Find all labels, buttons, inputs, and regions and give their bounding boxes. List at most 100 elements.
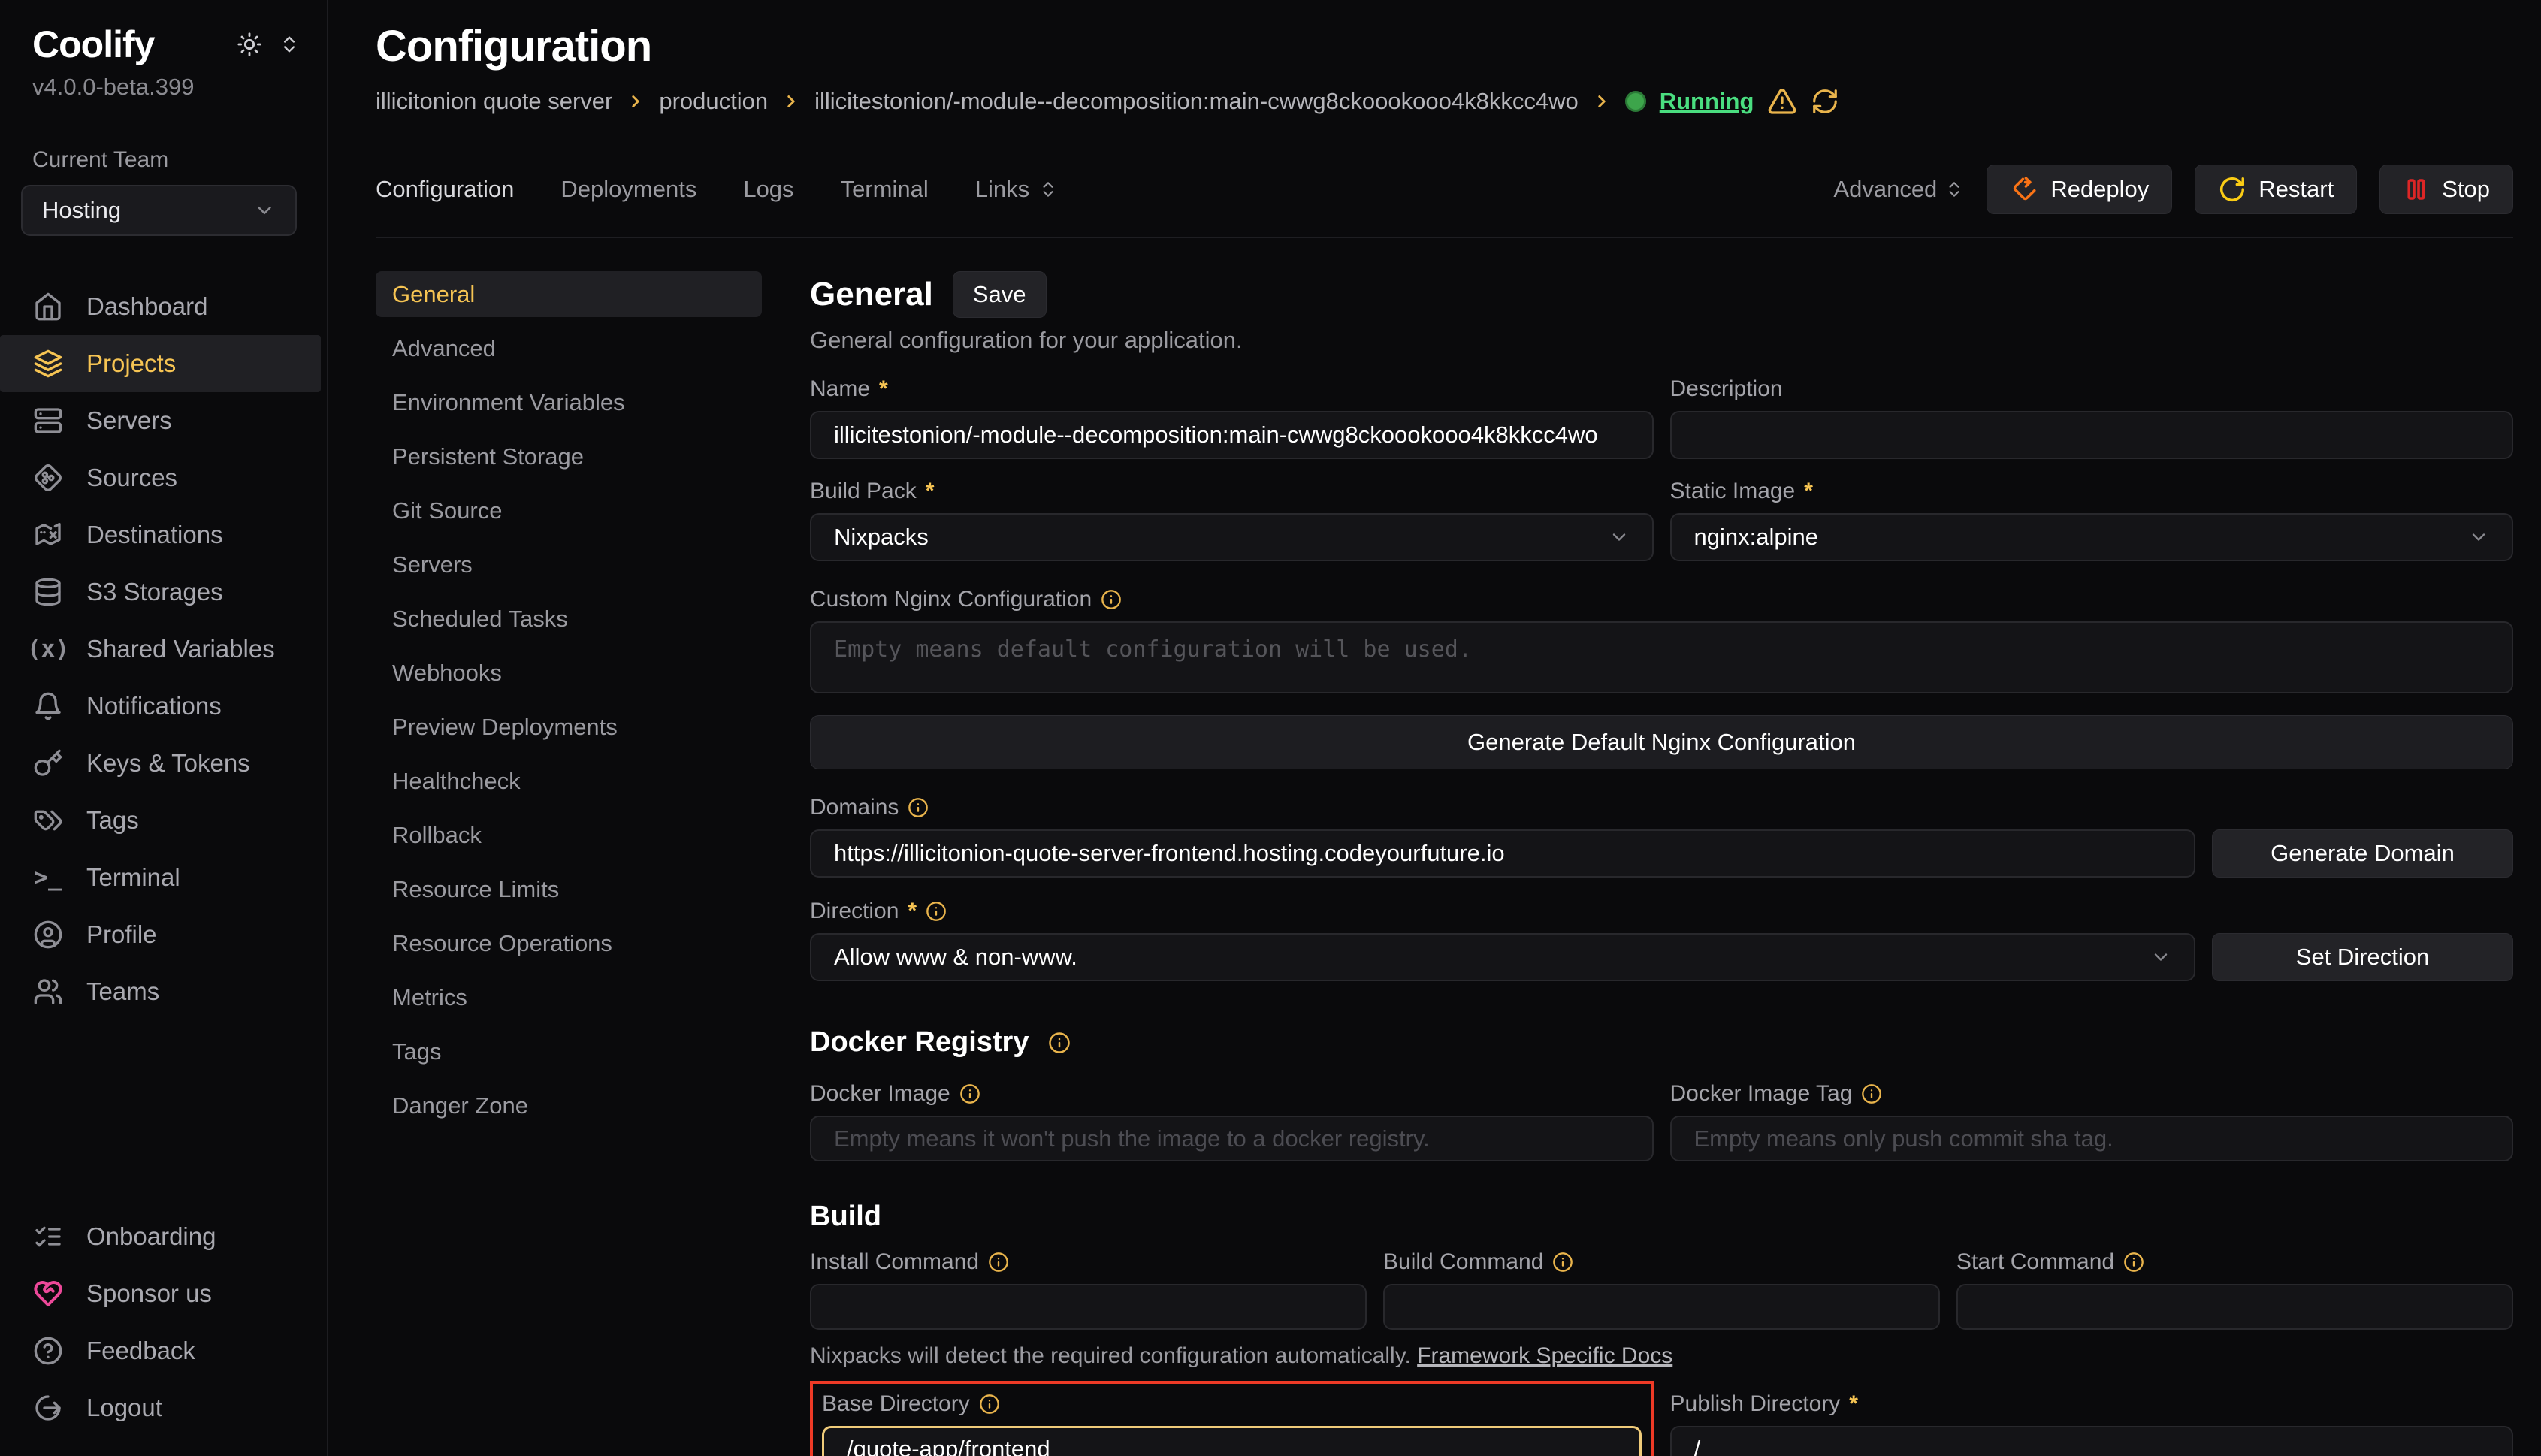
subnav-item-resource-operations[interactable]: Resource Operations (376, 920, 762, 966)
checklist-icon (32, 1221, 64, 1252)
framework-docs-link[interactable]: Framework Specific Docs (1417, 1343, 1672, 1368)
map-icon (32, 519, 64, 551)
subnav-item-git-source[interactable]: Git Source (376, 488, 762, 533)
generate-domain-button[interactable]: Generate Domain (2212, 829, 2513, 878)
custom-nginx-textarea[interactable] (810, 621, 2513, 693)
team-select[interactable]: Hosting (21, 185, 297, 236)
app-logo: Coolify (32, 23, 154, 66)
refresh-icon[interactable] (1811, 87, 1839, 116)
breadcrumb-environment[interactable]: production (659, 88, 768, 115)
subnav-item-danger-zone[interactable]: Danger Zone (376, 1083, 762, 1128)
sidebar-item-notifications[interactable]: Notifications (0, 678, 327, 735)
sidebar-item-keys-tokens[interactable]: Keys & Tokens (0, 735, 327, 792)
info-icon (959, 1083, 980, 1104)
docker-image-input[interactable] (810, 1116, 1654, 1161)
sidebar-item-sponsor[interactable]: Sponsor us (0, 1265, 327, 1322)
start-command-label: Start Command (1956, 1249, 2513, 1275)
sidebar-item-feedback[interactable]: Feedback (0, 1322, 327, 1379)
subnav-item-tags[interactable]: Tags (376, 1029, 762, 1074)
sidebar-item-shared-variables[interactable]: (x) Shared Variables (0, 621, 327, 678)
generate-nginx-button[interactable]: Generate Default Nginx Configuration (810, 715, 2513, 769)
subnav-item-servers[interactable]: Servers (376, 542, 762, 588)
subnav-item-environment-variables[interactable]: Environment Variables (376, 379, 762, 425)
build-pack-label: Build Pack* (810, 479, 1654, 504)
chevron-down-icon (2468, 527, 2489, 548)
subnav-item-metrics[interactable]: Metrics (376, 974, 762, 1020)
annotation-highlight-box: Base Directory (810, 1381, 1654, 1456)
subnav-item-healthcheck[interactable]: Healthcheck (376, 758, 762, 804)
set-direction-button[interactable]: Set Direction (2212, 933, 2513, 981)
save-button[interactable]: Save (953, 271, 1047, 318)
build-command-input[interactable] (1383, 1284, 1940, 1330)
theme-sun-icon[interactable] (237, 32, 262, 57)
tab-logs[interactable]: Logs (743, 176, 793, 203)
sidebar-item-onboarding[interactable]: Onboarding (0, 1208, 327, 1265)
subnav-item-resource-limits[interactable]: Resource Limits (376, 866, 762, 912)
settings-subnav: General Advanced Environment Variables P… (376, 271, 762, 1456)
subnav-item-preview-deployments[interactable]: Preview Deployments (376, 704, 762, 750)
info-icon (908, 797, 929, 818)
static-image-select[interactable]: nginx:alpine (1670, 513, 2514, 561)
subnav-item-persistent-storage[interactable]: Persistent Storage (376, 433, 762, 479)
breadcrumb-application[interactable]: illicitestonion/-module--decomposition:m… (814, 88, 1579, 115)
chevrons-up-down-icon (1944, 180, 1964, 199)
server-icon (32, 405, 64, 436)
warning-triangle-icon[interactable] (1767, 86, 1797, 116)
key-icon (32, 748, 64, 779)
restart-icon (2218, 175, 2246, 204)
subnav-item-rollback[interactable]: Rollback (376, 812, 762, 858)
sidebar-item-s3-storages[interactable]: S3 Storages (0, 563, 327, 621)
user-circle-icon (32, 919, 64, 950)
status-running-link[interactable]: Running (1660, 88, 1754, 115)
info-icon (1861, 1083, 1882, 1104)
variables-icon: (x) (32, 633, 64, 665)
sidebar: Coolify v4.0.0-beta.399 Current Team Hos… (0, 0, 328, 1456)
domains-input[interactable] (810, 829, 2195, 878)
sidebar-item-servers[interactable]: Servers (0, 392, 327, 449)
info-icon (1101, 589, 1122, 610)
tab-deployments[interactable]: Deployments (560, 176, 696, 203)
general-form: General Save General configuration for y… (810, 271, 2513, 1456)
direction-label: Direction* (810, 899, 2513, 924)
sidebar-item-tags[interactable]: Tags (0, 792, 327, 849)
sidebar-item-profile[interactable]: Profile (0, 906, 327, 963)
name-input[interactable] (810, 411, 1654, 459)
sidebar-item-dashboard[interactable]: Dashboard (0, 278, 327, 335)
sidebar-item-projects[interactable]: Projects (0, 335, 321, 392)
sidebar-item-sources[interactable]: Sources (0, 449, 327, 506)
docker-image-tag-input[interactable] (1670, 1116, 2514, 1161)
info-icon (1552, 1252, 1573, 1273)
install-command-input[interactable] (810, 1284, 1367, 1330)
description-input[interactable] (1670, 411, 2514, 459)
restart-button[interactable]: Restart (2195, 165, 2357, 214)
base-directory-input[interactable] (822, 1426, 1642, 1456)
team-select-value: Hosting (42, 197, 121, 224)
breadcrumb-project[interactable]: illicitonion quote server (376, 88, 612, 115)
subnav-item-webhooks[interactable]: Webhooks (376, 650, 762, 696)
tab-configuration[interactable]: Configuration (376, 176, 514, 203)
git-source-icon (32, 462, 64, 494)
subnav-item-advanced[interactable]: Advanced (376, 325, 762, 371)
description-label: Description (1670, 376, 2514, 402)
chevron-right-icon (781, 92, 801, 111)
sidebar-item-terminal[interactable]: >_ Terminal (0, 849, 327, 906)
publish-directory-input[interactable] (1670, 1426, 2514, 1456)
heart-icon (32, 1278, 64, 1309)
direction-select[interactable]: Allow www & non-www. (810, 933, 2195, 981)
sidebar-nav: Dashboard Projects Servers Sources Desti… (0, 278, 327, 1208)
stop-button[interactable]: Stop (2379, 165, 2513, 214)
sidebar-item-destinations[interactable]: Destinations (0, 506, 327, 563)
subnav-item-scheduled-tasks[interactable]: Scheduled Tasks (376, 596, 762, 642)
advanced-menu[interactable]: Advanced (1833, 176, 1964, 203)
sidebar-item-teams[interactable]: Teams (0, 963, 327, 1020)
subnav-item-general[interactable]: General (376, 271, 762, 317)
tab-terminal[interactable]: Terminal (841, 176, 929, 203)
chevron-down-icon (2150, 947, 2171, 968)
tab-links[interactable]: Links (975, 176, 1058, 203)
theme-switcher-chevrons-icon[interactable] (279, 34, 300, 55)
sidebar-item-logout[interactable]: Logout (0, 1379, 327, 1436)
redeploy-button[interactable]: Redeploy (1987, 165, 2172, 214)
start-command-input[interactable] (1956, 1284, 2513, 1330)
custom-nginx-label: Custom Nginx Configuration (810, 587, 2513, 612)
build-pack-select[interactable]: Nixpacks (810, 513, 1654, 561)
